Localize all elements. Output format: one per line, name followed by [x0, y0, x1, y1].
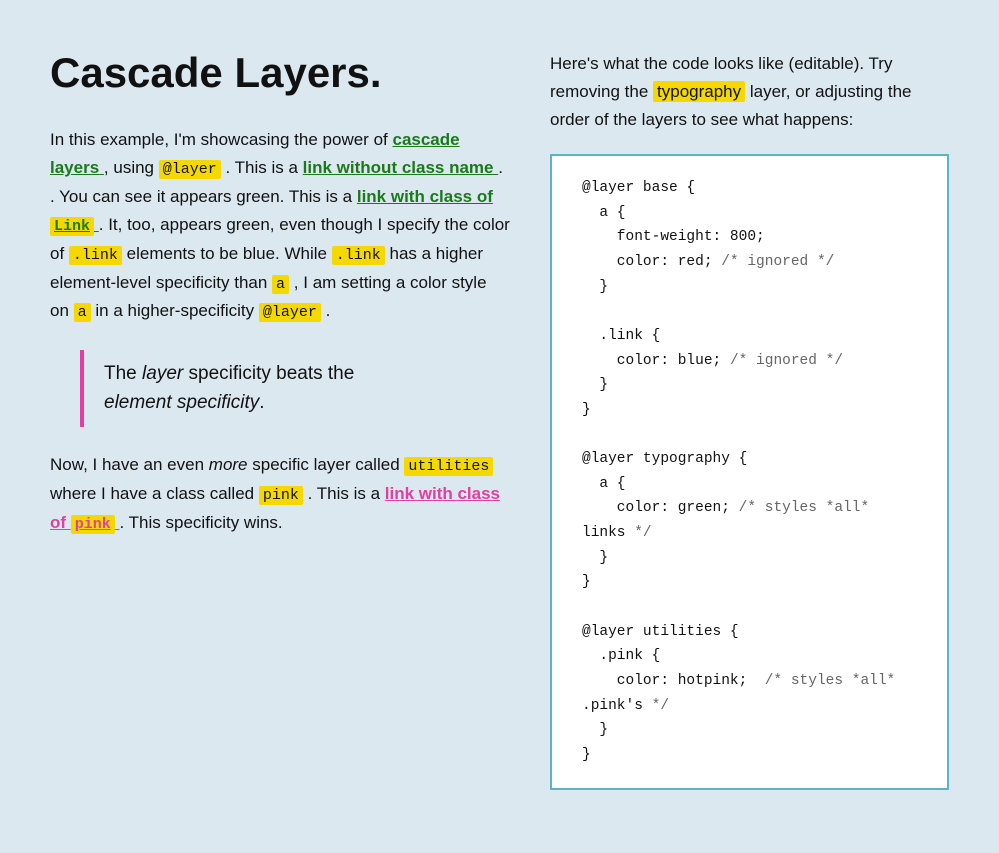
- blockquote-element-spec: element specificity: [104, 392, 259, 413]
- blockquote-the: The: [104, 363, 142, 384]
- intro-text-9: in a higher-specificity: [95, 301, 258, 320]
- blockquote: The layer specificity beats the element …: [80, 350, 510, 427]
- para2-text-3: where I have a class called: [50, 484, 259, 503]
- right-column: Here's what the code looks like (editabl…: [550, 50, 949, 790]
- blockquote-layer: layer: [142, 363, 183, 384]
- right-intro-text: Here's what the code looks like (editabl…: [550, 50, 949, 134]
- blockquote-text: The layer specificity beats the element …: [104, 360, 510, 417]
- using-text: using: [113, 158, 158, 177]
- dot-link-code-2: .link: [332, 246, 385, 265]
- pink-code: pink: [259, 486, 303, 505]
- para-2: Now, I have an even more specific layer …: [50, 451, 510, 537]
- utilities-code: utilities: [404, 457, 493, 476]
- para2-text-4: . This is a: [308, 484, 385, 503]
- para2-text-1: Now, I have an even: [50, 455, 204, 474]
- intro-period: .: [326, 301, 331, 320]
- at-layer-code-1: @layer: [159, 160, 221, 179]
- intro-text-3: . This is a: [226, 158, 298, 177]
- para2-more: more: [209, 455, 252, 474]
- dot-link-code-1: .link: [69, 246, 122, 265]
- intro-paragraph-1: In this example, I'm showcasing the powe…: [50, 126, 510, 326]
- left-column: Cascade Layers. In this example, I'm sho…: [50, 50, 510, 537]
- code-editor[interactable]: @layer base { a { font-weight: 800; colo…: [550, 154, 949, 789]
- intro-text-6: elements to be blue. While: [127, 244, 332, 263]
- comma-text: ,: [104, 158, 109, 177]
- blockquote-period: .: [259, 392, 264, 413]
- page-title: Cascade Layers.: [50, 50, 510, 96]
- code-line-1: @layer base {: [582, 180, 695, 196]
- a-tag-code-2: a: [74, 303, 91, 322]
- intro-text-1: In this example, I'm showcasing the powe…: [50, 130, 388, 149]
- intro-text-4: . You can see it appears green. This is …: [50, 187, 352, 206]
- at-layer-code-2: @layer: [259, 303, 321, 322]
- para2-text-5: . This specificity wins.: [120, 513, 283, 532]
- link-without-class[interactable]: link without class name: [303, 158, 499, 177]
- a-tag-code-1: a: [272, 275, 289, 294]
- period-text: .: [498, 158, 503, 177]
- blockquote-spec: specificity beats the: [189, 363, 355, 384]
- page-container: Cascade Layers. In this example, I'm sho…: [0, 0, 999, 840]
- typography-highlight: typography: [653, 81, 745, 102]
- para2-text-2: specific layer called: [252, 455, 399, 474]
